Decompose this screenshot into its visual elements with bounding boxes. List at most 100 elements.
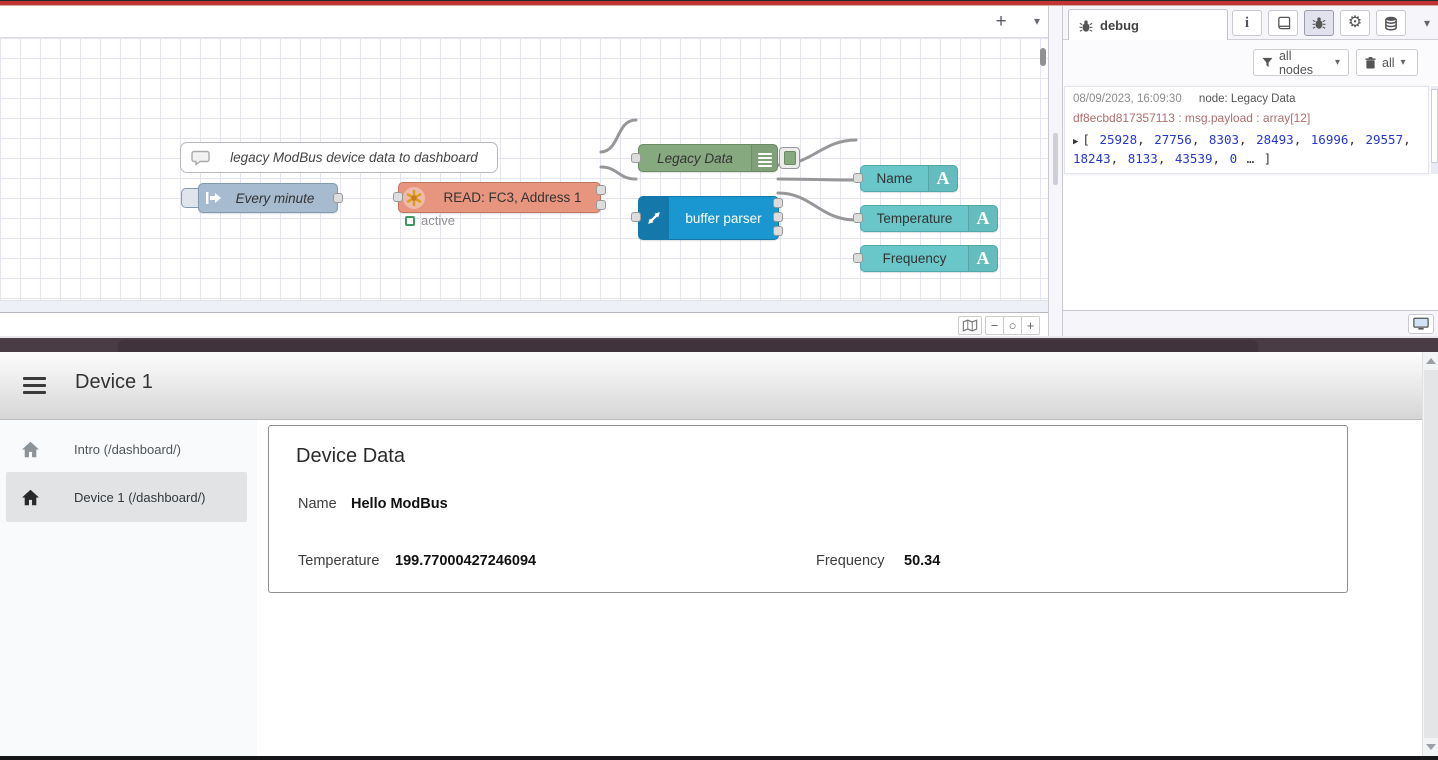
ui-text-frequency-input-port[interactable] [853, 253, 863, 263]
debug-list-scrollbar[interactable] [1431, 86, 1438, 174]
sidebar-splitter[interactable] [1048, 6, 1063, 336]
context-tab-button[interactable] [1376, 10, 1406, 36]
modbus-output-port-1[interactable] [596, 185, 606, 195]
flow-canvas[interactable]: legacy ModBus device data to dashboard E… [0, 38, 1048, 300]
debug-clear-button[interactable]: all ▾ [1356, 49, 1418, 76]
ui-text-label: Temperature [861, 211, 968, 226]
debug-payload[interactable]: ▶[ 25928, 27756, 8303, 28493, 16996, 295… [1073, 131, 1420, 169]
frequency-label: Frequency [816, 553, 885, 569]
nav-item-label: Intro (/dashboard/) [74, 442, 181, 457]
tab-debug[interactable]: debug [1068, 9, 1228, 41]
inject-button[interactable] [181, 188, 199, 208]
text-a-icon: A [968, 246, 997, 271]
debug-filter-label: all nodes [1279, 49, 1329, 77]
splitter-handle[interactable] [1053, 133, 1058, 185]
scrollbar-thumb[interactable] [1424, 370, 1438, 738]
ui-text-node-temperature[interactable]: Temperature A [860, 205, 998, 232]
modbus-icon [403, 187, 425, 209]
expand-caret-icon[interactable]: ▶ [1073, 137, 1078, 147]
device-data-card: Device Data Name Hello ModBus Temperatur… [268, 425, 1348, 593]
add-flow-button[interactable]: + [990, 12, 1012, 34]
debug-clear-label: all [1382, 56, 1395, 70]
buffer-parser-output-port-2[interactable] [773, 212, 783, 222]
debug-sidebar: debug i [1063, 6, 1438, 336]
home-icon [21, 441, 40, 458]
modbus-read-node[interactable]: READ: FC3, Address 1 [398, 182, 601, 213]
debug-tab-button[interactable] [1304, 10, 1334, 36]
ui-text-node-name[interactable]: Name A [860, 165, 958, 192]
debug-msg-meta: df8ecbd817357113 : msg.payload : array[1… [1073, 111, 1420, 125]
debug-list-icon [751, 145, 777, 171]
debug-node-legacy-data[interactable]: Legacy Data [638, 144, 778, 172]
buffer-parser-node[interactable]: buffer parser [638, 196, 779, 240]
card-title: Device Data [296, 445, 405, 468]
dashboard-toolbar: Device 1 [0, 352, 1438, 420]
debug-toolbar: all nodes ▾ all ▾ [1063, 40, 1438, 84]
ui-text-node-frequency[interactable]: Frequency A [860, 245, 998, 272]
debug-message[interactable]: 08/09/2023, 16:09:30 node: Legacy Data d… [1064, 86, 1429, 174]
temperature-label: Temperature [298, 553, 379, 569]
scroll-down-arrow-icon[interactable] [1426, 744, 1436, 750]
nav-item-device1[interactable]: Device 1 (/dashboard/) [6, 472, 247, 522]
nav-item-label: Device 1 (/dashboard/) [74, 490, 206, 505]
name-value: Hello ModBus [351, 496, 448, 512]
menu-toggle-button[interactable] [23, 377, 46, 394]
ui-text-temperature-input-port[interactable] [853, 213, 863, 223]
inject-node[interactable]: Every minute [198, 183, 338, 213]
modbus-output-port-2[interactable] [596, 200, 606, 210]
map-icon [962, 319, 978, 332]
filter-icon [1262, 57, 1273, 68]
comment-node[interactable]: legacy ModBus device data to dashboard [180, 142, 498, 173]
gear-icon: ⚙ [1348, 15, 1362, 31]
ui-text-label: Name [861, 171, 928, 186]
config-tab-button[interactable]: ⚙ [1340, 10, 1370, 36]
sidebar-menu-caret-icon[interactable]: ▾ [1424, 16, 1430, 30]
open-in-window-button[interactable] [1408, 314, 1434, 334]
debug-filter-button[interactable]: all nodes ▾ [1253, 49, 1349, 76]
buffer-parser-resize-icon [639, 197, 669, 239]
inject-label: Every minute [227, 191, 337, 206]
node-status-text: active [421, 213, 455, 228]
debug-message-list[interactable]: 08/09/2023, 16:09:30 node: Legacy Data d… [1063, 84, 1430, 176]
debug-node-input-port[interactable] [631, 153, 641, 163]
sidebar-header: debug i [1063, 6, 1438, 40]
tab-debug-label: debug [1100, 18, 1139, 33]
modbus-input-port[interactable] [393, 192, 403, 202]
info-tab-button[interactable]: i [1232, 10, 1262, 36]
bug-icon [1079, 19, 1093, 33]
ui-text-label: Frequency [861, 251, 968, 266]
flow-list-caret-icon[interactable]: ▾ [1034, 14, 1040, 28]
help-tab-button[interactable] [1268, 10, 1298, 36]
canvas-vertical-scrollbar[interactable] [1040, 48, 1046, 66]
buffer-parser-output-port-3[interactable] [773, 226, 783, 236]
debug-payload-numbers: 25928, 27756, 8303, 28493, 16996, 29557,… [1073, 132, 1411, 166]
zoom-out-button[interactable]: − [985, 316, 1004, 335]
home-icon [21, 489, 40, 506]
buffer-parser-label: buffer parser [669, 211, 778, 226]
dashboard-page-title: Device 1 [75, 371, 153, 394]
debug-enable-toggle[interactable] [779, 147, 800, 169]
info-icon: i [1245, 15, 1249, 32]
monitor-icon [1413, 317, 1429, 331]
database-icon [1384, 16, 1398, 31]
debug-timestamp: 08/09/2023, 16:09:30 [1073, 93, 1182, 105]
scroll-up-arrow-icon[interactable] [1426, 358, 1436, 364]
buffer-parser-input-port[interactable] [631, 212, 641, 222]
inject-arrow-icon [199, 184, 227, 212]
comment-label: legacy ModBus device data to dashboard [211, 150, 497, 165]
inject-output-port[interactable] [333, 193, 343, 203]
dashboard-scrollbar[interactable] [1422, 352, 1438, 756]
flow-tabbar: + ▾ [0, 6, 1048, 38]
navigator-button[interactable] [958, 316, 982, 335]
frequency-value: 50.34 [904, 553, 940, 569]
buffer-parser-output-port-1[interactable] [773, 198, 783, 208]
zoom-in-button[interactable]: + [1021, 316, 1040, 335]
titlebar-tab [118, 340, 1258, 352]
canvas-horizontal-scrollbar[interactable] [0, 300, 1048, 312]
modbus-label: READ: FC3, Address 1 [425, 190, 600, 205]
nav-item-intro[interactable]: Intro (/dashboard/) [6, 424, 247, 474]
dashboard-nav: Intro (/dashboard/) Device 1 (/dashboard… [0, 420, 257, 756]
screen: + ▾ legacy ModBus device data to dashboa… [0, 0, 1438, 760]
ui-text-name-input-port[interactable] [853, 173, 863, 183]
zoom-reset-button[interactable]: ○ [1003, 316, 1022, 335]
